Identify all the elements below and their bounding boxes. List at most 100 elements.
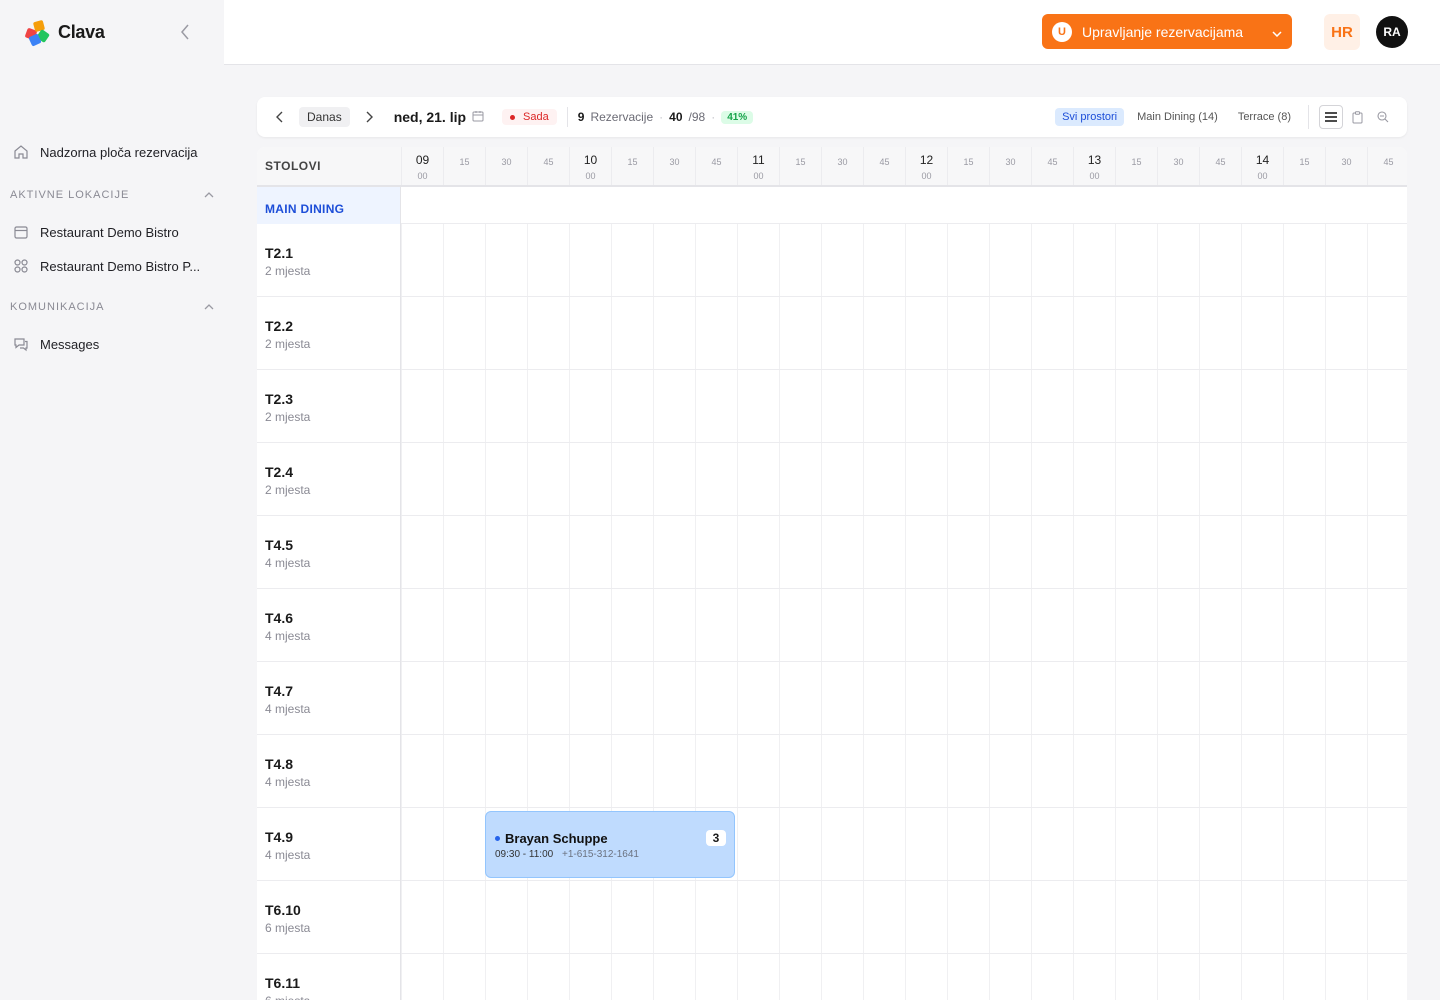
sidebar-item-location-1[interactable]: Restaurant Demo Bistro	[0, 215, 224, 249]
time-tick: 30	[485, 147, 527, 185]
tick-quarter: 30	[1173, 157, 1184, 167]
time-tick: 12 00	[905, 147, 947, 185]
sidebar-item-label: Messages	[40, 336, 100, 352]
clipboard-icon	[1352, 110, 1362, 123]
reservation-management-button[interactable]: U Upravljanje rezervacijama	[1042, 14, 1292, 49]
tick-quarter: 30	[1341, 157, 1352, 167]
sidebar-item-label: Nadzorna ploča rezervacija	[40, 144, 198, 160]
table-row[interactable]: T4.7 4 mjesta	[257, 662, 1407, 735]
time-tick: 14 00	[1241, 147, 1283, 185]
filter-main-dining[interactable]: Main Dining (14)	[1130, 108, 1225, 126]
language-button[interactable]: HR	[1324, 14, 1360, 50]
schedule-toolbar: Danas ned, 21. lip Sada 9 Rezervacije · …	[257, 97, 1407, 137]
time-tick: 45	[863, 147, 905, 185]
tick-quarter: 15	[459, 157, 470, 167]
management-label: Upravljanje rezervacijama	[1082, 23, 1244, 40]
filter-all-areas[interactable]: Svi prostori	[1055, 108, 1125, 126]
reservation-card[interactable]: Brayan Schuppe 09:30 - 11:00 +1-615-312-…	[485, 811, 735, 878]
collapse-sidebar-button[interactable]	[174, 21, 196, 43]
tick-hour: 13	[1087, 153, 1102, 167]
reservation-guest-name: Brayan Schuppe	[505, 831, 608, 846]
avatar[interactable]: RA	[1376, 16, 1408, 48]
time-tick: 15	[1115, 147, 1157, 185]
separator-dot: ·	[659, 110, 664, 124]
sidebar-item-dashboard[interactable]: Nadzorna ploča rezervacija	[0, 135, 224, 169]
tick-quarter: 45	[711, 157, 722, 167]
zoom-out-icon	[1377, 111, 1389, 123]
today-button[interactable]: Danas	[299, 107, 350, 127]
table-row[interactable]: T2.4 2 mjesta	[257, 443, 1407, 516]
zoom-button[interactable]	[1371, 105, 1395, 129]
time-tick: 15	[779, 147, 821, 185]
chevron-left-icon	[275, 111, 282, 123]
table-row[interactable]: T2.2 2 mjesta	[257, 297, 1407, 370]
tick-quarter: 30	[837, 157, 848, 167]
tick-hour: 12	[919, 153, 934, 167]
sidebar-item-location-2[interactable]: Restaurant Demo Bistro P...	[0, 249, 224, 283]
tick-quarter: 15	[627, 157, 638, 167]
tick-quarter: 15	[1131, 157, 1142, 167]
section-active-locations[interactable]: AKTIVNE LOKACIJE	[0, 181, 224, 209]
top-bar: U Upravljanje rezervacijama HR RA	[224, 0, 1440, 65]
table-row[interactable]: T6.116 mjesta	[257, 954, 1407, 1000]
tick-quarter: 15	[1299, 157, 1310, 167]
time-tick: 30	[1157, 147, 1199, 185]
time-tick: 09 00	[401, 147, 443, 185]
tick-quarter: 45	[543, 157, 554, 167]
table-row[interactable]: T6.10 6 mjesta	[257, 881, 1407, 954]
chevron-right-icon	[366, 111, 374, 123]
sidebar-item-label: Restaurant Demo Bistro	[40, 224, 179, 240]
tick-minute: 00	[921, 171, 932, 181]
table-row[interactable]: T4.5 4 mjesta	[257, 516, 1407, 589]
table-row[interactable]: T4.9 4 mjesta	[257, 808, 1407, 881]
time-tick: 15	[1283, 147, 1325, 185]
reservations-label: Rezervacije	[590, 110, 654, 124]
filter-terrace[interactable]: Terrace (8)	[1231, 108, 1298, 126]
occupancy-badge: 41%	[721, 110, 754, 124]
area-row-main-dining: MAIN DINING	[257, 187, 1407, 224]
clipboard-view-button[interactable]	[1345, 105, 1369, 129]
list-view-button[interactable]	[1319, 105, 1343, 129]
area-filters: Svi prostori Main Dining (14) Terrace (8…	[1049, 105, 1395, 129]
table-row[interactable]: T4.8 4 mjesta	[257, 735, 1407, 808]
table-row[interactable]: T4.6 4 mjesta	[257, 589, 1407, 662]
current-date: ned, 21. lip	[393, 109, 467, 125]
tick-minute: 00	[1257, 171, 1268, 181]
table-row[interactable]: T2.3 2 mjesta	[257, 370, 1407, 443]
table-row[interactable]: T2.1 2 mjesta	[257, 224, 1407, 297]
time-tick: 30	[989, 147, 1031, 185]
reservation-details: 09:30 - 11:00 +1-615-312-1641	[495, 849, 734, 860]
section-title: AKTIVNE LOKACIJE	[10, 189, 130, 201]
previous-day-button[interactable]	[269, 111, 289, 123]
tick-minute: 00	[1089, 171, 1100, 181]
tick-quarter: 30	[1005, 157, 1016, 167]
tick-hour: 11	[752, 153, 765, 167]
sidebar-item-label: Restaurant Demo Bistro P...	[40, 258, 201, 274]
time-tick: 45	[1367, 147, 1407, 185]
clava-logo-icon	[24, 19, 50, 47]
guests-count: 40	[669, 110, 683, 124]
brand[interactable]: Clava	[0, 0, 224, 64]
reservations-count: 9	[577, 110, 585, 124]
sidebar-item-messages[interactable]: Messages	[0, 327, 224, 361]
tick-hour: 10	[583, 153, 598, 167]
chevron-up-icon	[204, 192, 214, 198]
section-communication[interactable]: KOMUNIKACIJA	[0, 293, 224, 321]
calendar-icon[interactable]	[472, 110, 484, 125]
tick-quarter: 45	[1383, 157, 1394, 167]
time-tick: 45	[1031, 147, 1073, 185]
brand-name: Clava	[58, 21, 105, 42]
time-tick: 15	[443, 147, 485, 185]
menu-icon	[1325, 112, 1337, 122]
time-tick: 45	[695, 147, 737, 185]
now-button[interactable]: Sada	[502, 109, 557, 125]
time-tick: 15	[947, 147, 989, 185]
chevron-left-icon	[181, 24, 189, 40]
reservation-time: 09:30 - 11:00	[495, 849, 554, 860]
next-day-button[interactable]	[360, 111, 380, 123]
tick-minute: 00	[417, 171, 428, 181]
tick-quarter: 45	[879, 157, 890, 167]
capacity-total: /98	[688, 110, 706, 124]
time-tick: 15	[611, 147, 653, 185]
reservation-timeline: STOLOVI 09 00 15 30 45 10 00 15 30 45 11 00 15 30 45 12…	[257, 147, 1407, 1000]
